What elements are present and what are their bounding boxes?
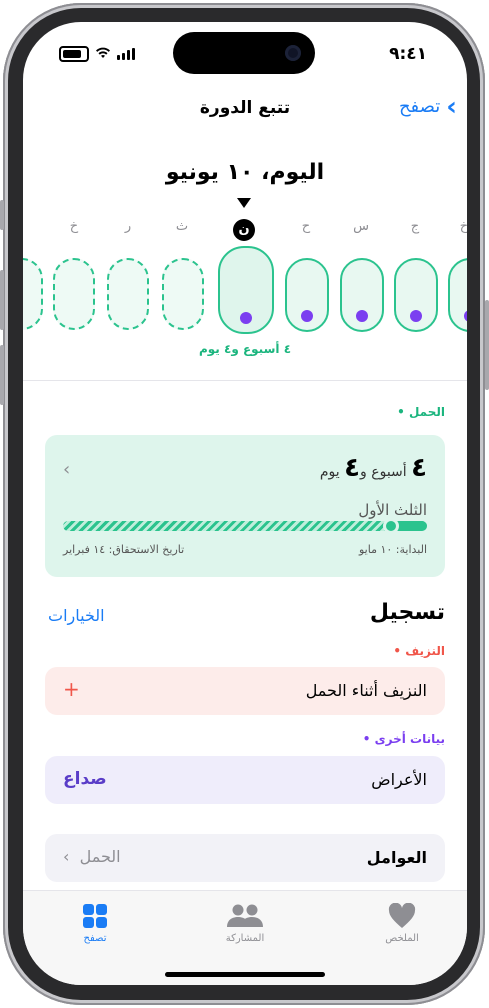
day-letter: خ xyxy=(69,219,79,234)
calendar-day[interactable] xyxy=(107,258,149,330)
battery-icon xyxy=(59,46,89,62)
pregnancy-dot-icon xyxy=(356,310,368,322)
side-button xyxy=(485,300,489,390)
action-button xyxy=(0,200,4,230)
divider xyxy=(23,380,467,381)
signal-icon xyxy=(117,48,135,60)
calendar-day[interactable] xyxy=(340,258,384,332)
home-indicator[interactable] xyxy=(165,972,325,977)
due-date-label: تاريخ الاستحقاق: ١٤ فبراير xyxy=(63,543,185,556)
pregnancy-card[interactable]: ٤ أسبوع و٤ يوم الثلث الأول › البداية: ١٠… xyxy=(45,435,445,577)
calendar-day[interactable] xyxy=(23,258,43,330)
volume-up-button xyxy=(0,270,4,330)
progress-knob xyxy=(382,518,399,534)
back-label: تصفح xyxy=(398,96,441,117)
section-label-pregnancy: الحمل • xyxy=(397,405,445,419)
pregnancy-dot-icon xyxy=(410,310,422,322)
chevron-left-icon: › xyxy=(63,847,70,866)
day-letter: ح xyxy=(301,219,311,234)
chevron-right-icon: › xyxy=(63,459,71,480)
calendar-day[interactable] xyxy=(162,258,204,330)
gestation-label: ٤ أسبوع و٤ يوم xyxy=(198,342,292,356)
calendar-day[interactable] xyxy=(53,258,95,330)
pregnancy-progress-bar xyxy=(63,518,427,534)
grid-icon xyxy=(45,901,145,931)
day-letter: ر xyxy=(124,219,132,234)
pregnancy-dot-icon xyxy=(240,312,252,324)
calendar-day[interactable] xyxy=(285,258,329,332)
status-icons xyxy=(59,45,135,63)
back-button[interactable]: › تصفح xyxy=(398,91,457,122)
section-label-other: بيانات أخرى • xyxy=(362,732,445,746)
volume-down-button xyxy=(0,345,4,405)
symptoms-label: الأعراض xyxy=(371,770,427,789)
symptoms-row[interactable]: الأعراض صداع xyxy=(45,756,445,804)
log-title: تسجيل xyxy=(369,600,445,625)
screen: ٩:٤١ تتبع الدورة › تصفح اليوم، ١٠ يونيو … xyxy=(23,22,467,985)
heart-icon xyxy=(352,901,452,931)
factors-label: العوامل xyxy=(366,848,427,867)
day-letter: ث xyxy=(175,219,189,234)
trimester-label: الثلث الأول xyxy=(358,501,427,519)
day-letter: ج xyxy=(410,219,420,234)
tab-summary[interactable]: الملخص xyxy=(352,901,452,944)
day-letter-today: ن xyxy=(233,219,255,241)
add-icon[interactable]: + xyxy=(63,677,80,701)
calendar-day[interactable] xyxy=(448,258,467,332)
bleeding-row-label: النزيف أثناء الحمل xyxy=(305,681,427,700)
status-time: ٩:٤١ xyxy=(389,44,427,64)
calendar-day[interactable] xyxy=(394,258,438,332)
pregnancy-dot-icon xyxy=(301,310,313,322)
chevron-back-icon: › xyxy=(446,91,457,122)
section-label-bleeding: النزيف • xyxy=(393,644,445,658)
navigation-bar: تتبع الدورة › تصفح xyxy=(23,94,467,134)
tab-sharing[interactable]: المشاركة xyxy=(195,901,295,944)
factors-value: الحمل › xyxy=(63,847,121,866)
start-date-label: البداية: ١٠ مايو xyxy=(358,543,427,556)
options-button[interactable]: الخيارات xyxy=(48,606,105,625)
date-title: اليوم، ١٠ يونيو xyxy=(165,160,325,185)
calendar-day-today[interactable] xyxy=(218,246,274,334)
tab-bar: الملخص المشاركة تصفح xyxy=(23,890,467,985)
people-icon xyxy=(195,901,295,931)
symptoms-value: صداع xyxy=(63,769,107,789)
day-letter: س xyxy=(353,219,369,234)
dynamic-island xyxy=(173,32,315,74)
today-pointer-icon xyxy=(237,198,251,208)
pregnancy-duration: ٤ أسبوع و٤ يوم xyxy=(319,453,427,483)
factors-row[interactable]: العوامل الحمل › xyxy=(45,834,445,882)
wifi-icon xyxy=(95,45,111,63)
tab-browse[interactable]: تصفح xyxy=(45,901,145,944)
bleeding-row[interactable]: النزيف أثناء الحمل + xyxy=(45,667,445,715)
pregnancy-dot-icon xyxy=(464,310,467,322)
day-letter: خ xyxy=(459,219,467,234)
